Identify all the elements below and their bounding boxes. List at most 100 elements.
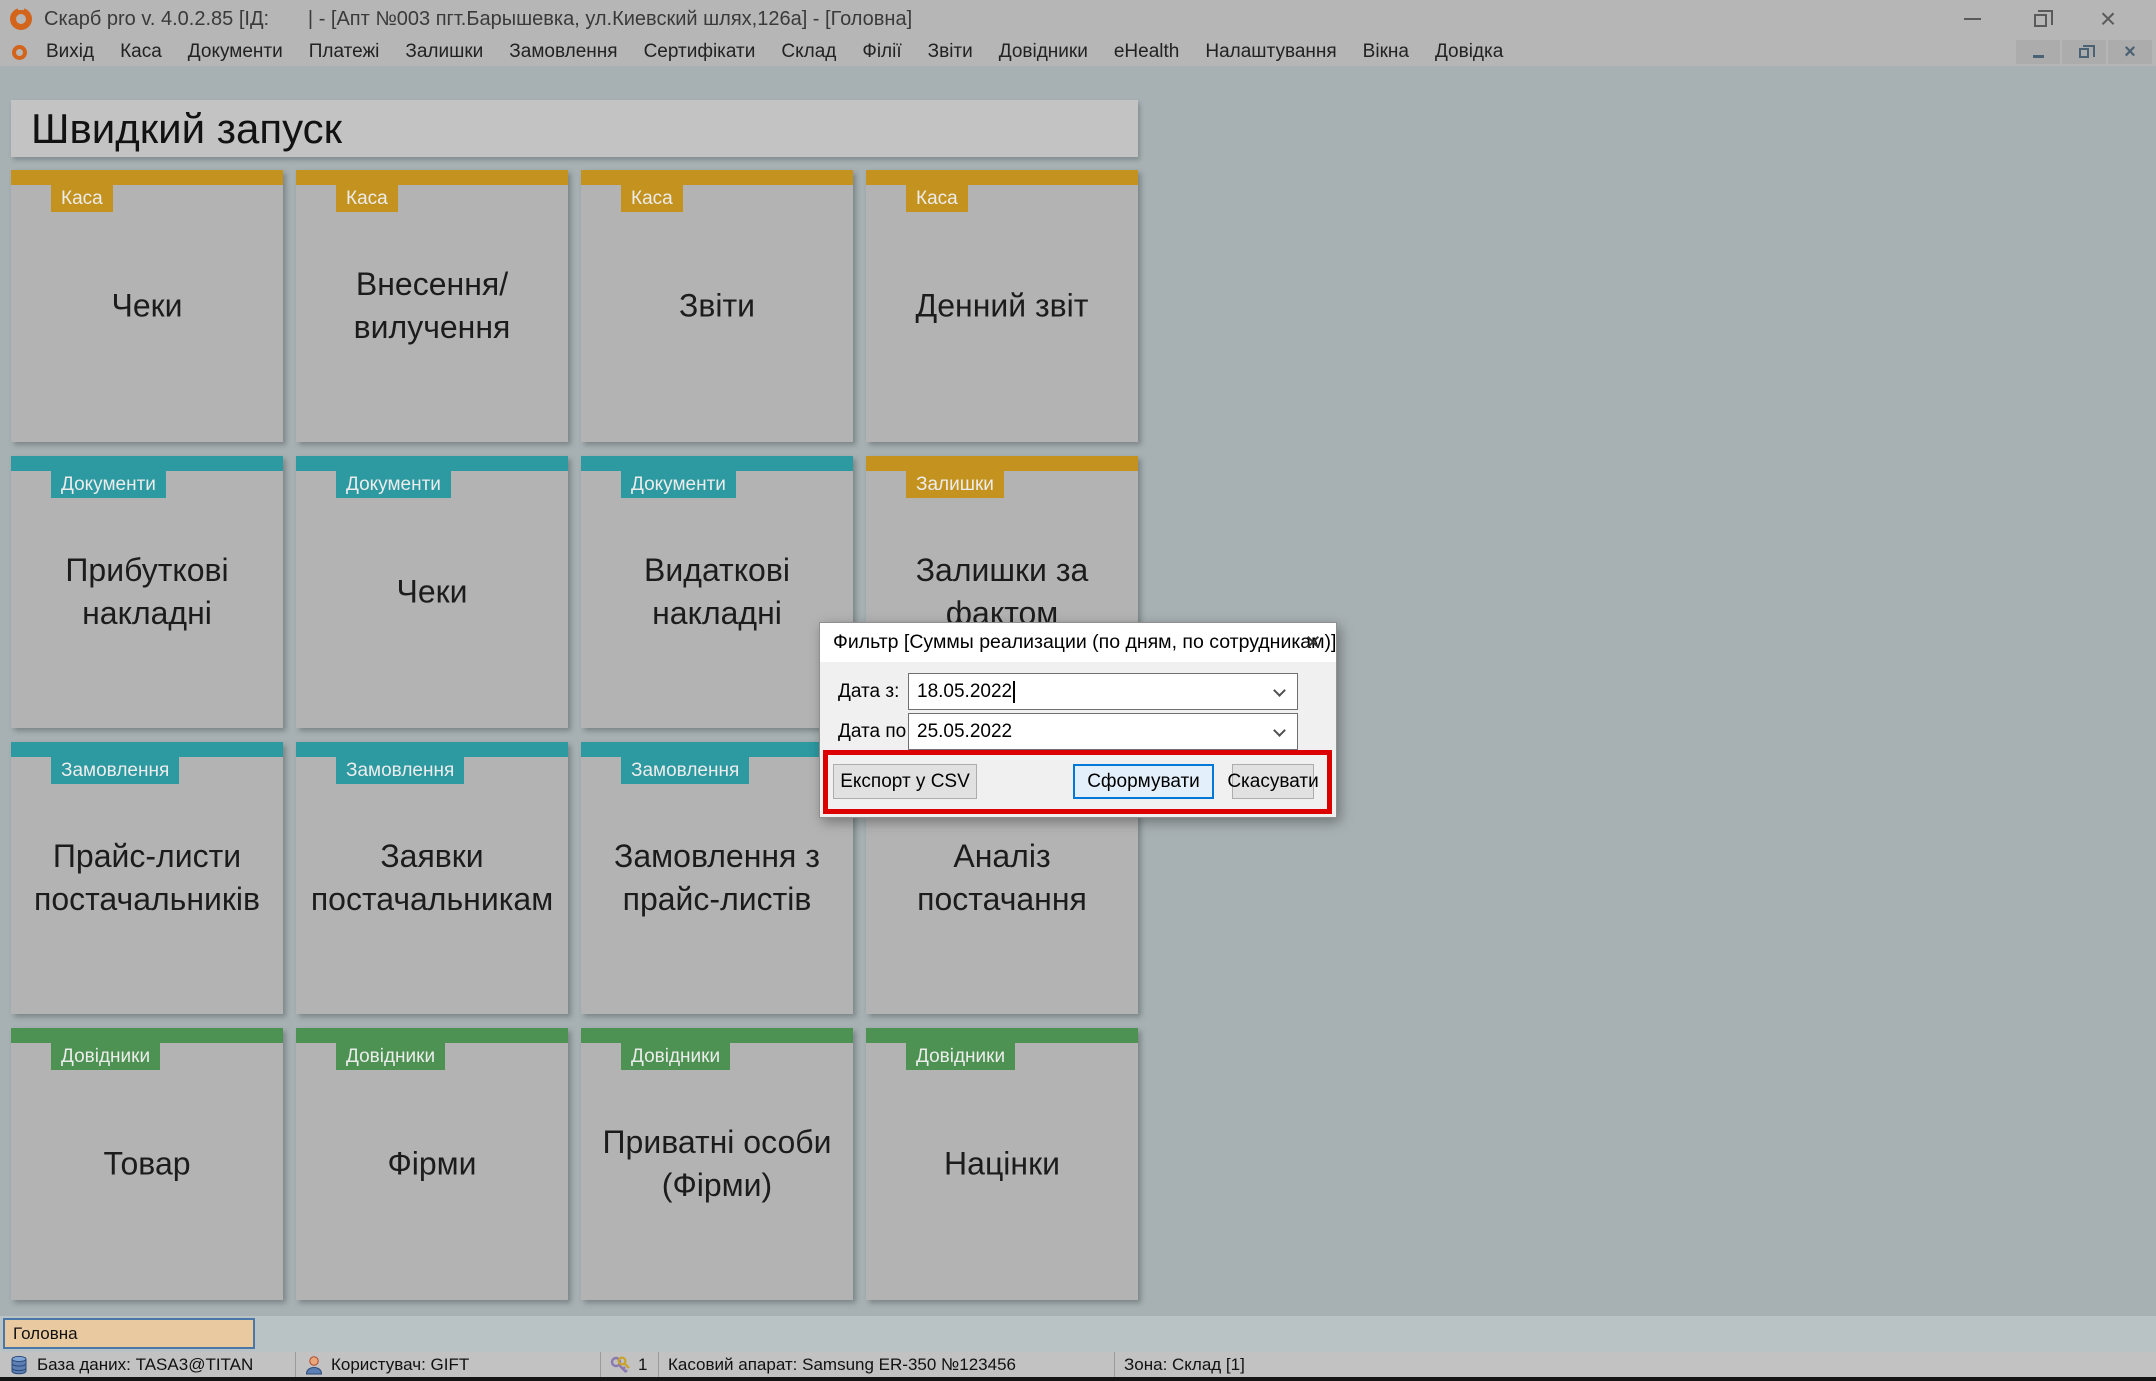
keys-icon [610, 1356, 630, 1374]
status-cash-register: Касовий апарат: Samsung ER-350 №123456 [659, 1352, 1115, 1377]
menu-item[interactable]: Налаштування [1192, 41, 1349, 63]
tile-category-bar [11, 456, 283, 471]
tab-holovna[interactable]: Головна [3, 1318, 255, 1349]
tile-label: Фірми [302, 1142, 562, 1185]
quick-launch-tile[interactable]: ДокументиПрибуткові накладні [11, 456, 283, 728]
tile-category-bar [296, 742, 568, 757]
tile-label: Замовлення з прайс-листів [587, 835, 847, 921]
tile-category-bar [11, 170, 283, 185]
bottom-edge [0, 1377, 2156, 1381]
quick-launch-tile[interactable]: Довідники Приватні особи (Фірми) [581, 1028, 853, 1300]
tile-category-tag: Довідники [51, 1043, 160, 1070]
status-cash-count: 1 [601, 1352, 659, 1377]
menu-item[interactable]: Довідники [986, 41, 1101, 63]
menu-item[interactable]: Вікна [1350, 41, 1422, 63]
tile-category-bar [866, 170, 1138, 185]
quick-launch-tile[interactable]: ДовідникиТовар [11, 1028, 283, 1300]
tile-category-tag: Документи [336, 471, 451, 498]
menu-item[interactable]: Документи [175, 41, 296, 63]
export-csv-button[interactable]: Експорт у CSV [833, 764, 977, 799]
tile-label: Звіти [587, 284, 847, 327]
menu-bar: ВихідКасаДокументиПлатежіЗалишкиЗамовлен… [0, 38, 2156, 66]
dialog-close-icon[interactable]: × [1290, 623, 1336, 662]
menu-item[interactable]: Замовлення [496, 41, 630, 63]
mdi-restore-icon[interactable] [2062, 40, 2106, 64]
date-from-label: Дата з: [838, 673, 899, 710]
tile-category-bar [296, 170, 568, 185]
tile-category-bar [581, 1028, 853, 1043]
chevron-down-icon[interactable] [1273, 684, 1286, 697]
status-zone: Зона: Склад [1] [1115, 1352, 2156, 1377]
menu-logo-icon [12, 45, 27, 60]
menu-item[interactable]: Вихід [33, 41, 107, 63]
quick-launch-tile[interactable]: Замовлення Прайс-листи постачальників [11, 742, 283, 1014]
date-from-combobox[interactable]: 18.05.2022 [908, 673, 1298, 710]
quick-launch-tile[interactable]: ДовідникиФірми [296, 1028, 568, 1300]
tile-category-tag: Каса [336, 185, 398, 212]
tile-label: Чеки [302, 570, 562, 613]
tile-category-tag: Замовлення [336, 757, 464, 784]
date-to-label: Дата по: [838, 713, 912, 750]
tile-label: Приватні особи (Фірми) [587, 1121, 847, 1207]
minimize-icon[interactable] [1938, 0, 2006, 38]
menu-item[interactable]: Залишки [392, 41, 496, 63]
mdi-minimize-icon[interactable] [2016, 40, 2060, 64]
menu-item[interactable]: eHealth [1101, 41, 1193, 63]
tile-category-bar [11, 1028, 283, 1043]
tile-category-bar [866, 456, 1138, 471]
tile-category-tag: Документи [621, 471, 736, 498]
status-database: База даних: TASA3@TITAN [0, 1352, 296, 1377]
quick-launch-header: Швидкий запуск [11, 100, 1138, 157]
user-icon [305, 1355, 323, 1375]
mdi-close-icon[interactable]: × [2108, 40, 2152, 64]
tile-category-bar [866, 1028, 1138, 1043]
quick-launch-tile[interactable]: КасаВнесення/вилучення [296, 170, 568, 442]
tile-label: Аналіз постачання [872, 835, 1132, 921]
menu-item[interactable]: Довідка [1422, 41, 1516, 63]
chevron-down-icon[interactable] [1273, 724, 1286, 737]
filter-dialog: Фильтр [Суммы реализации (по дням, по со… [819, 622, 1337, 818]
text-caret [1013, 681, 1015, 703]
tile-category-tag: Каса [51, 185, 113, 212]
tile-category-bar [11, 742, 283, 757]
menu-item[interactable]: Склад [768, 41, 849, 63]
tile-category-bar [581, 456, 853, 471]
tile-category-bar [581, 170, 853, 185]
tile-category-tag: Замовлення [51, 757, 179, 784]
menu-item[interactable]: Платежі [296, 41, 393, 63]
tile-category-tag: Документи [51, 471, 166, 498]
tile-label: Прайс-листи постачальників [17, 835, 277, 921]
generate-button[interactable]: Сформувати [1073, 764, 1214, 799]
menu-item[interactable]: Філії [849, 41, 914, 63]
quick-launch-tile[interactable]: КасаДенний звіт [866, 170, 1138, 442]
quick-launch-tile[interactable]: Документи Чеки [296, 456, 568, 728]
menu-item[interactable]: Звіти [915, 41, 986, 63]
quick-launch-tile[interactable]: ДовідникиНацінки [866, 1028, 1138, 1300]
tile-category-bar [581, 742, 853, 757]
tile-label: Чеки [17, 284, 277, 327]
tile-label: Заявки постачальникам [302, 835, 562, 921]
tile-category-tag: Каса [906, 185, 968, 212]
tile-label: Націнки [872, 1142, 1132, 1185]
mdi-window-controls: × [2016, 40, 2152, 64]
menu-item[interactable]: Сертифікати [631, 41, 769, 63]
menu-item[interactable]: Каса [107, 41, 175, 63]
window-title: Скарб pro v. 4.0.2.85 [ІД: | - [Апт №003… [44, 8, 912, 31]
tile-category-tag: Каса [621, 185, 683, 212]
restore-icon[interactable] [2006, 0, 2074, 38]
window-controls: × [1938, 0, 2142, 38]
quick-launch-tile[interactable]: Замовлення Заявки постачальникам [296, 742, 568, 1014]
tile-category-bar [296, 456, 568, 471]
tile-category-tag: Довідники [621, 1043, 730, 1070]
quick-launch-tile[interactable]: Каса Звіти [581, 170, 853, 442]
quick-launch-tile[interactable]: ЗамовленняЗамовлення з прайс-листів [581, 742, 853, 1014]
quick-launch-tile[interactable]: Каса Чеки [11, 170, 283, 442]
quick-launch-tile[interactable]: Документи Видаткові накладні [581, 456, 853, 728]
cancel-button[interactable]: Скасувати [1232, 764, 1314, 799]
tile-category-bar [296, 1028, 568, 1043]
quick-launch-title: Швидкий запуск [31, 105, 342, 153]
dialog-titlebar[interactable]: Фильтр [Суммы реализации (по дням, по со… [820, 623, 1336, 662]
date-to-combobox[interactable]: 25.05.2022 [908, 713, 1298, 750]
close-icon[interactable]: × [2074, 0, 2142, 38]
tile-label: Видаткові накладні [587, 549, 847, 635]
